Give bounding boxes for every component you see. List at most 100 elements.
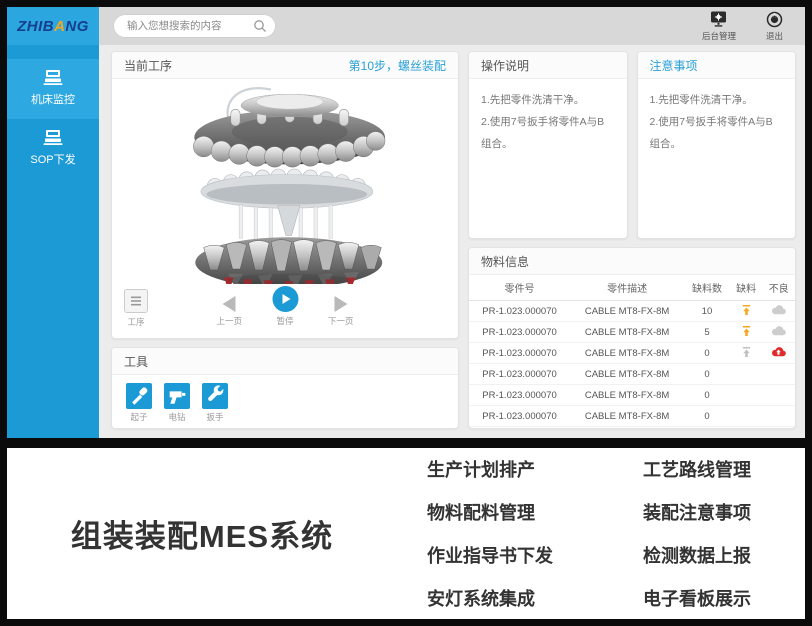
cell-desc: CABLE MT8-FX-8M — [570, 385, 684, 406]
col-shortage: 缺料 — [730, 275, 763, 301]
table-row[interactable]: PR-1.023.000070 CABLE MT8-FX-8M 10 — [469, 301, 795, 322]
cell-shortage-count: 0 — [684, 343, 730, 364]
cell-part-no: PR-1.023.000070 — [469, 301, 570, 322]
topbar: 后台管理 退出 — [99, 7, 805, 45]
notes-body: 1.先把零件洗清干净。 2.使用7号扳手将零件A与B组合。 — [638, 79, 796, 165]
admin-button[interactable]: 后台管理 — [702, 11, 736, 42]
shortage-status-icon[interactable] — [741, 304, 752, 316]
materials-title: 物料信息 — [481, 253, 529, 270]
feature-item: 工艺路线管理 — [643, 456, 751, 482]
cell-shortage-count: 0 — [684, 406, 730, 427]
defect-upload-icon[interactable] — [771, 304, 786, 315]
cell-desc: CABLE MT8-FX-8M — [570, 406, 684, 427]
notes-title: 注意事项 — [650, 57, 698, 74]
instruction-line: 1.先把零件洗清干净。 — [481, 89, 615, 111]
materials-tbody: PR-1.023.000070 CABLE MT8-FX-8M 10 PR-1.… — [469, 301, 795, 430]
logout-label: 退出 — [766, 30, 783, 42]
admin-monitor-gear-icon — [709, 11, 728, 28]
logo-text-2: NG — [65, 18, 89, 35]
tools-title: 工具 — [124, 353, 148, 370]
cell-shortage-count: 0 — [684, 427, 730, 430]
sidebar-item-machine-monitor[interactable]: 机床监控 — [7, 59, 99, 119]
admin-label: 后台管理 — [702, 30, 736, 42]
pause-label: 暂停 — [276, 315, 293, 327]
table-row[interactable]: PR-1.023.000070 CABLE MT8-FX-8M 5 — [469, 322, 795, 343]
cell-desc: CABLE MT8-FX-8M — [570, 301, 684, 322]
logout-button[interactable]: 退出 — [766, 11, 783, 42]
defect-upload-icon[interactable] — [771, 325, 786, 336]
cell-part-no: PR-1.023.000070 — [469, 343, 570, 364]
table-row[interactable]: PR-1.023.000070 CABLE MT8-FX-8M 0 — [469, 364, 795, 385]
cell-part-no: PR-1.023.000070 — [469, 427, 570, 430]
next-page-button[interactable]: 下一页 — [328, 288, 354, 327]
tool-drill[interactable]: 电钻 — [164, 383, 190, 423]
shortage-status-icon[interactable] — [741, 325, 752, 337]
feature-item: 安灯系统集成 — [427, 585, 553, 611]
table-row[interactable]: PR-1.023.000070 CABLE MT8-FX-8M 0 — [469, 427, 795, 430]
sop-machine-icon — [42, 129, 64, 146]
instruction-line: 2.使用7号扳手将零件A与B组合。 — [481, 111, 615, 155]
app-window: ZHIBANG 机床监控 SOP下发 — [7, 7, 805, 438]
cell-desc: CABLE MT8-FX-8M — [570, 343, 684, 364]
tools-header: 工具 — [112, 348, 458, 375]
cell-part-no: PR-1.023.000070 — [469, 385, 570, 406]
cell-desc: CABLE MT8-FX-8M — [570, 427, 684, 430]
list-icon — [130, 295, 142, 307]
cell-part-no: PR-1.023.000070 — [469, 364, 570, 385]
section-divider — [7, 438, 805, 448]
process-controls: 工序 上一页 暂停 — [112, 284, 458, 338]
logo-accent-letter: A — [54, 18, 65, 35]
tools-panel: 工具 起子 — [111, 347, 459, 429]
operation-instructions-header: 操作说明 — [469, 52, 627, 79]
prev-icon — [223, 296, 236, 312]
defect-upload-icon[interactable] — [771, 346, 786, 357]
screwdriver-icon — [128, 385, 150, 407]
sidebar-item-sop-dispatch[interactable]: SOP下发 — [7, 119, 99, 179]
table-row[interactable]: PR-1.023.000070 CABLE MT8-FX-8M 0 — [469, 385, 795, 406]
operation-instructions-panel: 操作说明 1.先把零件洗清干净。 2.使用7号扳手将零件A与B组合。 — [468, 51, 628, 239]
current-process-title: 当前工序 — [124, 57, 172, 74]
prev-page-button[interactable]: 上一页 — [216, 288, 242, 327]
cell-part-no: PR-1.023.000070 — [469, 322, 570, 343]
search-input[interactable] — [125, 19, 253, 33]
machine-monitor-icon — [42, 69, 64, 86]
shortage-status-icon[interactable] — [741, 346, 752, 358]
cell-shortage-count: 0 — [684, 364, 730, 385]
cell-shortage-count: 5 — [684, 322, 730, 343]
screenshot-frame: ZHIBANG 机床监控 SOP下发 — [0, 0, 812, 626]
topbar-actions: 后台管理 退出 — [702, 11, 783, 42]
process-image — [122, 83, 448, 284]
pause-button[interactable]: 暂停 — [272, 286, 298, 327]
tool-label: 电钻 — [168, 411, 185, 423]
table-row[interactable]: PR-1.023.000070 CABLE MT8-FX-8M 0 — [469, 343, 795, 364]
tool-wrench[interactable]: 扳手 — [202, 383, 228, 423]
feature-item: 装配注意事项 — [643, 499, 751, 525]
current-process-header: 当前工序 第10步，螺丝装配 — [112, 52, 458, 79]
col-defect: 不良 — [762, 275, 795, 301]
search-box[interactable] — [113, 14, 276, 38]
operation-instructions-body: 1.先把零件洗清干净。 2.使用7号扳手将零件A与B组合。 — [469, 79, 627, 165]
tool-screwdriver[interactable]: 起子 — [126, 383, 152, 423]
brand-logo: ZHIBANG — [7, 7, 99, 45]
table-row[interactable]: PR-1.023.000070 CABLE MT8-FX-8M 0 — [469, 406, 795, 427]
logo-text: ZHIB — [17, 18, 54, 35]
sidebar: ZHIBANG 机床监控 SOP下发 — [7, 7, 99, 438]
feature-item: 物料配料管理 — [427, 499, 553, 525]
search-icon[interactable] — [253, 19, 267, 33]
prev-label: 上一页 — [216, 315, 242, 327]
content-area: 当前工序 第10步，螺丝装配 — [99, 45, 805, 438]
sidebar-item-label: 机床监控 — [31, 94, 75, 106]
col-part-no: 零件号 — [469, 275, 570, 301]
note-line: 2.使用7号扳手将零件A与B组合。 — [650, 111, 784, 155]
play-icon — [272, 286, 298, 312]
process-list-button[interactable]: 工序 — [124, 289, 148, 328]
materials-table: 零件号 零件描述 缺料数 缺料 不良 PR-1.023.000070 CABLE… — [469, 275, 795, 429]
drill-icon — [166, 385, 188, 407]
feature-item: 作业指导书下发 — [427, 542, 553, 568]
next-icon — [334, 296, 347, 312]
cell-desc: CABLE MT8-FX-8M — [570, 322, 684, 343]
materials-header-row: 零件号 零件描述 缺料数 缺料 不良 — [469, 275, 795, 301]
process-step-link[interactable]: 第10步，螺丝装配 — [349, 57, 446, 74]
tool-label: 起子 — [130, 411, 147, 423]
wrench-icon — [204, 385, 226, 407]
